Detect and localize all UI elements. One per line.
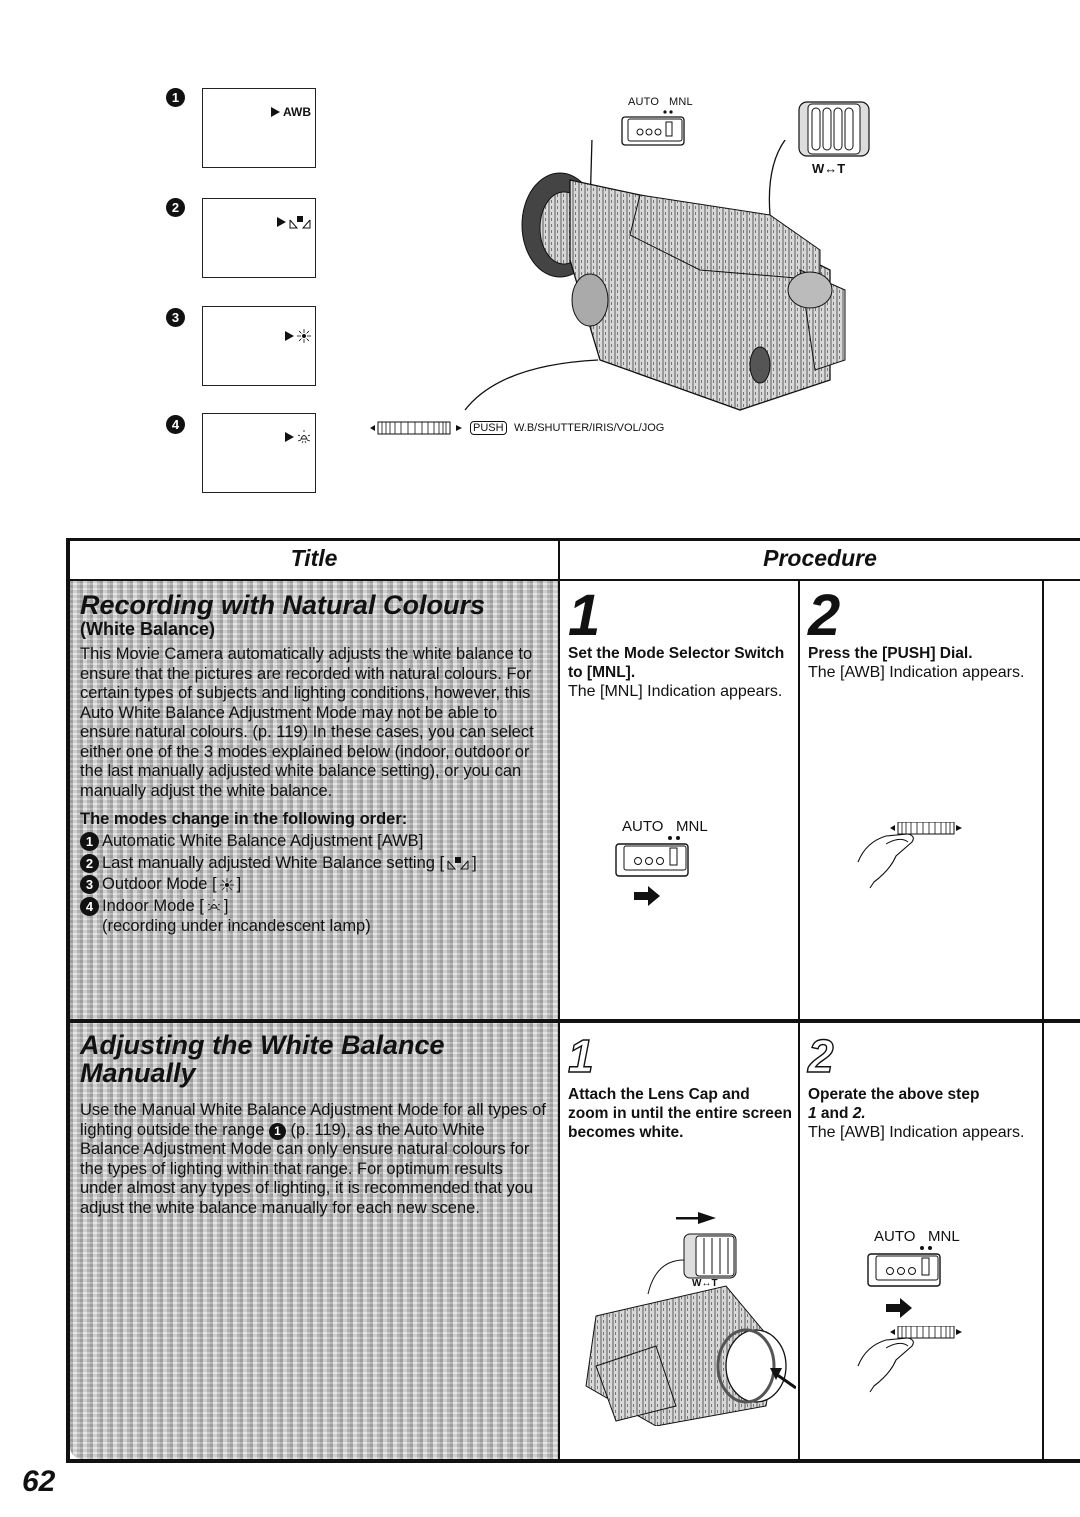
mode-label: Indoor Mode [ [102,896,204,915]
dial-function-label: W.B/SHUTTER/IRIS/VOL/JOG [514,422,665,434]
bracket: ] [236,875,242,893]
section-title-line1: Adjusting the White Balance [80,1030,445,1060]
lamp-icon [207,899,220,911]
mode-note: (recording under incandescent lamp) [102,917,371,935]
play-arrow-icon [285,331,294,341]
sun-icon [219,877,234,892]
play-arrow-icon [285,432,294,442]
step-ref: 2. [852,1105,866,1122]
viewfinder-screen-awb: AWB [202,88,316,168]
procedure-step-1-manual: 1 Attach the Lens Cap and zoom in until … [567,1030,794,1142]
step-result: The [MNL] Indication appears. [568,683,783,700]
step-number: 2 [807,1030,834,1082]
section-description: Use the Manual White Balance Adjustment … [80,1101,548,1218]
range-ref-badge: 1 [268,1122,286,1140]
switch-label-mnl: MNL [669,96,693,108]
procedure-step-1: 1 Set the Mode Selector Switch to [MNL].… [568,583,794,701]
callout-line [464,359,599,411]
awb-indicator: AWB [283,105,311,119]
mode-label: Outdoor Mode [ [102,875,217,893]
section-title: Recording with Natural Colours [80,590,486,620]
switch-label-auto: AUTO [622,818,664,835]
step-number: 1 [567,1030,594,1082]
sun-icon [297,329,311,343]
step-number-badge: 4 [166,415,185,434]
mode-number-badge: 4 [80,896,99,916]
mode-item-manual: 2 Last manually adjusted White Balance se… [80,853,548,875]
section-natural-colours: Recording with Natural Colours (White Ba… [70,581,558,1020]
mode-label: Last manually adjusted White Balance set… [102,853,445,872]
jog-dial-icon [370,421,462,435]
step-result: The [AWB] Indication appears. [808,1124,1025,1141]
step-instruction: Attach the Lens Cap and zoom in until th… [568,1086,792,1141]
zoom-label: W↔T [692,1278,718,1289]
bracket: ] [472,853,477,872]
step-result: The [AWB] Indication appears. [808,664,1025,681]
mode-number-badge: 2 [80,853,99,873]
step-instruction: Press the [PUSH] Dial. [808,645,973,662]
instruction-table: Title Procedure Recording with Natural C… [66,538,1080,1463]
step-number-badge: 1 [166,88,185,107]
step-number-badge: 3 [166,308,185,327]
manual-wb-icon [289,216,311,229]
instruction-text: Operate the above step [808,1086,980,1103]
instruction-text: and [816,1105,853,1122]
viewfinder-screen-manual [202,198,316,278]
modes-heading: The modes change in the following order: [80,810,408,828]
mode-number-badge: 1 [80,832,99,852]
step-number-badge: 2 [166,198,185,217]
lamp-icon [297,430,311,444]
play-arrow-icon [271,107,280,117]
section-subtitle: (White Balance) [80,619,216,639]
mode-label: Automatic White Balance Adjustment [AWB] [102,832,424,850]
table-border-bottom [66,1459,1080,1463]
manual-wb-icon [447,857,469,870]
mode-selector-switch-icon [867,1246,941,1318]
viewfinder-screen-outdoor [202,306,316,386]
mode-item-indoor: 4 Indoor Mode [] [80,896,548,918]
switch-label-auto: AUTO [874,1228,916,1245]
step-instruction: Operate the above step 1 and 2. [808,1085,1038,1123]
section-description: This Movie Camera automatically adjusts … [80,645,534,800]
camcorder-lens-cap-illustration [585,1212,796,1426]
viewfinder-screen-indoor [202,413,316,493]
hand-pressing-dial-icon [857,1326,962,1393]
hand-pressing-dial-icon [857,822,962,889]
section-title-line2: Manually [80,1058,196,1088]
step-number: 2 [808,583,841,648]
switch-label-auto: AUTO [628,96,660,108]
mode-item-awb: 1 Automatic White Balance Adjustment [AWB… [80,831,548,853]
page-number: 62 [22,1465,56,1498]
column-header-procedure: Procedure [763,544,877,571]
column-divider [558,538,560,1459]
switch-label-mnl: MNL [676,818,708,835]
mode-item-outdoor: 3 Outdoor Mode [] [80,874,548,896]
push-badge: PUSH [470,421,507,435]
procedure-step-2: 2 Press the [PUSH] Dial. The [AWB] Indic… [808,583,1038,682]
switch-label-mnl: MNL [928,1228,960,1245]
step-instruction: Set the Mode Selector Switch to [MNL]. [568,645,785,681]
bracket: ] [223,896,229,915]
column-header-title: Title [290,544,338,571]
mode-number-badge: 3 [80,875,99,895]
section-manual-wb: Adjusting the White Balance Manually Use… [70,1023,558,1459]
play-arrow-icon [277,217,286,227]
step-number: 1 [568,583,601,648]
procedure-step-2-manual: 2 Operate the above step 1 and 2. The [AW… [807,1030,1038,1142]
step-ref: 1 [808,1105,817,1122]
mode-selector-switch-icon [615,836,689,906]
